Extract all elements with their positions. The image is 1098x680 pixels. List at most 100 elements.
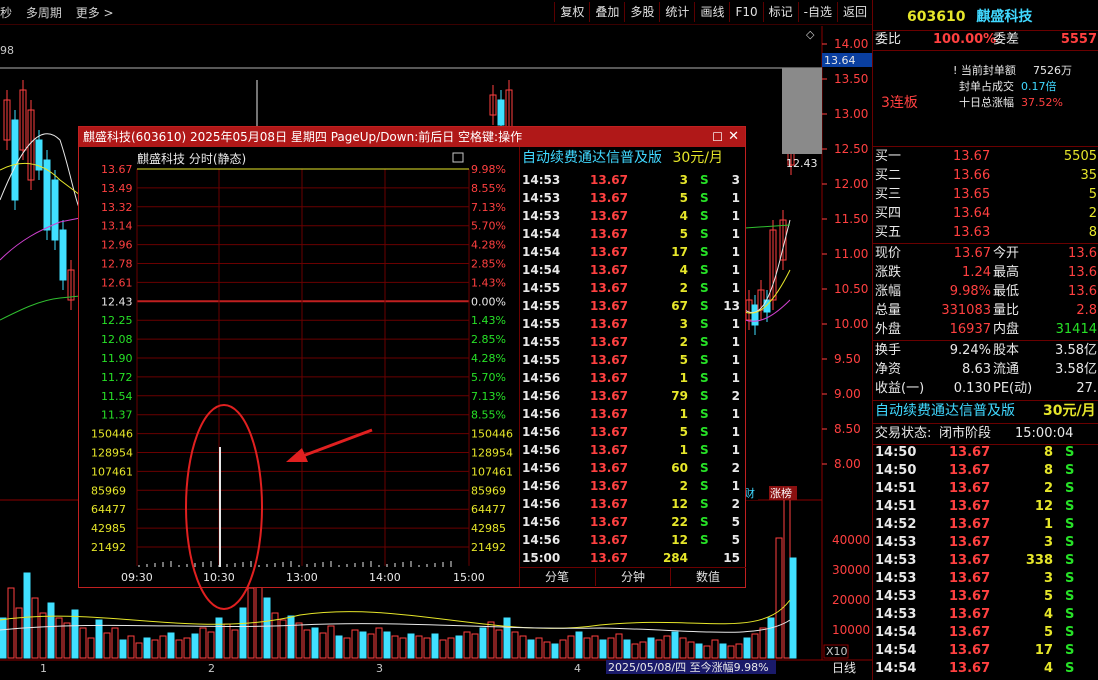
stat-row: 总量 331083 量比 2.8 [873,302,1098,320]
quote-tick-bs: S [1065,445,1075,460]
bid-volume: 5505 [1063,149,1097,164]
quote-tick-row: 14:54 13.67 4 S [873,660,1098,678]
quote-tick-price: 13.67 [949,535,991,550]
quote-ad-text: 自动续费通达信普及版 [875,403,1015,419]
quote-tick-price: 13.67 [949,607,991,622]
status-label: 交易状态: [875,426,932,441]
stat-label: 总量 [875,303,902,318]
stat-value-2: 3.58亿 [1055,343,1097,358]
quote-tick-row: 14:50 13.67 8 S [873,444,1098,462]
stat-label: 涨幅 [875,284,902,299]
stat-value: 331083 [941,303,991,318]
quote-header: 603610 麒盛科技 [873,6,1098,28]
quote-tick-price: 13.67 [949,661,991,676]
quote-tick-price: 13.67 [949,571,991,586]
quote-tick-row: 14:53 13.67 4 S [873,606,1098,624]
quote-tick-vol: 5 [1043,589,1053,604]
quote-tick-vol: 12 [1034,499,1053,514]
bid-row[interactable]: 买二 13.66 35 [873,167,1098,185]
stat-value: 8.63 [962,362,991,377]
stat-row: 涨幅 9.98% 最低 13.6 [873,283,1098,301]
stat-value: 1.24 [962,265,991,280]
quote-tick-time: 14:51 [875,481,917,496]
quote-tick-row: 14:51 13.67 12 S [873,498,1098,516]
stat-row: 涨跌 1.24 最高 13.6 [873,264,1098,282]
quote-tick-vol: 3 [1043,571,1053,586]
quote-tick-time: 14:54 [875,643,917,658]
stat-row: 外盘 16937 内盘 31414 [873,321,1098,339]
bid-row[interactable]: 买三 13.65 5 [873,186,1098,204]
stat-label-2: 今开 [993,246,1020,261]
quote-tick-vol: 3 [1043,535,1053,550]
stat-label-2: 最高 [993,265,1020,280]
bid-row[interactable]: 买一 13.67 5505 [873,148,1098,166]
weibi-row: 委比 100.00% 委差 5557 [873,31,1098,49]
quote-tick-bs: S [1065,661,1075,676]
stat-label: 净资 [875,362,902,377]
quote-tick-time: 14:51 [875,499,917,514]
quote-tick-bs: S [1065,589,1075,604]
bid-volume: 2 [1088,206,1097,221]
stat-label-2: 量比 [993,303,1020,318]
bid-price: 13.66 [953,168,991,183]
annotation-circle [185,404,263,610]
stat-label: 外盘 [875,322,902,337]
bid-price: 13.64 [953,206,991,221]
bid-row[interactable]: 买五 13.63 8 [873,224,1098,242]
quote-tick-vol: 5 [1043,625,1053,640]
quote-tick-price: 13.67 [949,463,991,478]
quote-tick-row: 14:53 13.67 338 S [873,552,1098,570]
quote-tick-price: 13.67 [949,445,991,460]
bid-row[interactable]: 买四 13.64 2 [873,205,1098,223]
stat-row: 收益(一) 0.130 PE(动) 27. [873,380,1098,398]
stat-row: 换手 9.24% 股本 3.58亿 [873,342,1098,360]
quote-tick-bs: S [1065,463,1075,478]
weicha-label: 委差 [993,32,1020,47]
bid-volume: 35 [1080,168,1097,183]
quote-tick-price: 13.67 [949,481,991,496]
stat-label-2: 流通 [993,362,1020,377]
quote-tick-price: 13.67 [949,589,991,604]
status-value: 闭市阶段 [939,426,992,441]
stat-value-2: 13.6 [1068,284,1097,299]
weicha-value: 5557 [1060,32,1097,47]
quote-tick-vol: 4 [1043,607,1053,622]
quote-ad[interactable]: 自动续费通达信普及版 30元/月 [873,402,1098,420]
quote-tick-price: 13.67 [949,517,991,532]
quote-tick-time: 14:53 [875,607,917,622]
stat-label-2: 最低 [993,284,1020,299]
quote-tick-bs: S [1065,643,1075,658]
status-row: 交易状态: 闭市阶段 15:00:04 [873,425,1098,443]
stat-value-2: 3.58亿 [1055,362,1097,377]
quote-tick-vol: 1 [1043,517,1053,532]
stat-label-2: PE(动) [993,381,1033,396]
ten-day-value: 37.52% [1021,96,1063,109]
quote-tick-bs: S [1065,553,1075,568]
ten-day-label: 十日总涨幅 [959,96,1014,109]
quote-tick-bs: S [1065,571,1075,586]
quote-tick-time: 14:54 [875,661,917,676]
ten-day-row: 3连板 十日总涨幅 37.52% [873,94,1098,112]
stat-value: 9.98% [949,284,991,299]
annotation-layer [185,404,373,610]
stat-label-2: 内盘 [993,322,1020,337]
quote-tick-bs: S [1065,607,1075,622]
quote-tick-bs: S [1065,535,1075,550]
stat-value-2: 13.6 [1068,265,1097,280]
quote-tick-time: 14:53 [875,571,917,586]
quote-tick-price: 13.67 [949,643,991,658]
stat-label: 收益(一) [875,381,925,396]
quote-tick-time: 14:50 [875,463,917,478]
quote-tick-row: 14:54 13.67 5 S [873,624,1098,642]
bid-volume: 5 [1088,187,1097,202]
bid-price: 13.65 [953,187,991,202]
status-time: 15:00:04 [1015,426,1074,441]
stat-value: 9.24% [949,343,991,358]
bid-label: 买五 [875,225,902,240]
quote-tick-vol: 8 [1043,445,1053,460]
quote-tick-bs: S [1065,499,1075,514]
weibi-label: 委比 [875,32,902,47]
quote-tick-time: 14:53 [875,535,917,550]
bid-price: 13.63 [953,225,991,240]
bid-label: 买三 [875,187,902,202]
